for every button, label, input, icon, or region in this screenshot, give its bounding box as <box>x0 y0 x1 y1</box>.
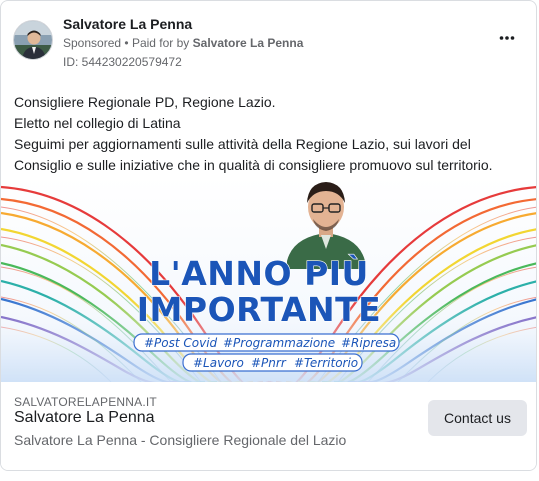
advertiser-avatar[interactable] <box>13 20 53 60</box>
hashtag: #Pnrr <box>251 356 287 370</box>
hashtag: #Lavoro <box>193 356 244 370</box>
hashtag: #Programmazione <box>223 336 335 350</box>
more-options-button[interactable] <box>495 32 519 50</box>
hashtag: #Post Covid <box>144 336 218 350</box>
paid-for-name: Salvatore La Penna <box>192 36 304 50</box>
sponsored-line: Sponsored • Paid for by Salvatore La Pen… <box>63 36 303 50</box>
link-title: Salvatore La Penna <box>14 409 155 426</box>
more-horizontal-icon <box>499 28 515 45</box>
advertiser-name[interactable]: Salvatore La Penna <box>63 16 192 32</box>
link-description: Salvatore La Penna - Consigliere Regiona… <box>14 432 347 448</box>
creative-headline-line2: IMPORTANTE <box>137 290 381 329</box>
paid-for-prefix: Paid for by <box>131 36 190 50</box>
hashtag: #Ripresa <box>341 336 396 350</box>
ad-text-line: Eletto nel collegio di Latina <box>14 115 181 131</box>
link-preview-footer[interactable]: SALVATORELAPENNA.IT Salvatore La Penna S… <box>1 382 536 470</box>
ad-text-line: Seguimi per aggiornamenti sulle attività… <box>14 136 471 152</box>
ad-text-line: Consiglio e sulle iniziative che in qual… <box>14 157 493 173</box>
sponsored-label: Sponsored <box>63 36 122 50</box>
hashtag: #Territorio <box>294 356 358 370</box>
ad-creative-image[interactable]: L'ANNO PIÙ IMPORTANTE #Post Covid #Progr… <box>1 177 536 382</box>
ad-body-text: Consigliere Regionale PD, Regione Lazio.… <box>14 92 529 176</box>
creative-headline-line1: L'ANNO PIÙ <box>149 253 369 293</box>
creative-artwork: L'ANNO PIÙ IMPORTANTE #Post Covid #Progr… <box>1 177 536 382</box>
ad-text-line: Consigliere Regionale PD, Regione Lazio. <box>14 94 276 110</box>
ad-id: ID: 544230220579472 <box>63 55 182 69</box>
link-domain: SALVATORELAPENNA.IT <box>14 395 157 409</box>
separator-dot: • <box>124 36 129 50</box>
contact-us-button[interactable]: Contact us <box>428 400 527 436</box>
ad-card: Salvatore La Penna Sponsored • Paid for … <box>0 0 537 471</box>
